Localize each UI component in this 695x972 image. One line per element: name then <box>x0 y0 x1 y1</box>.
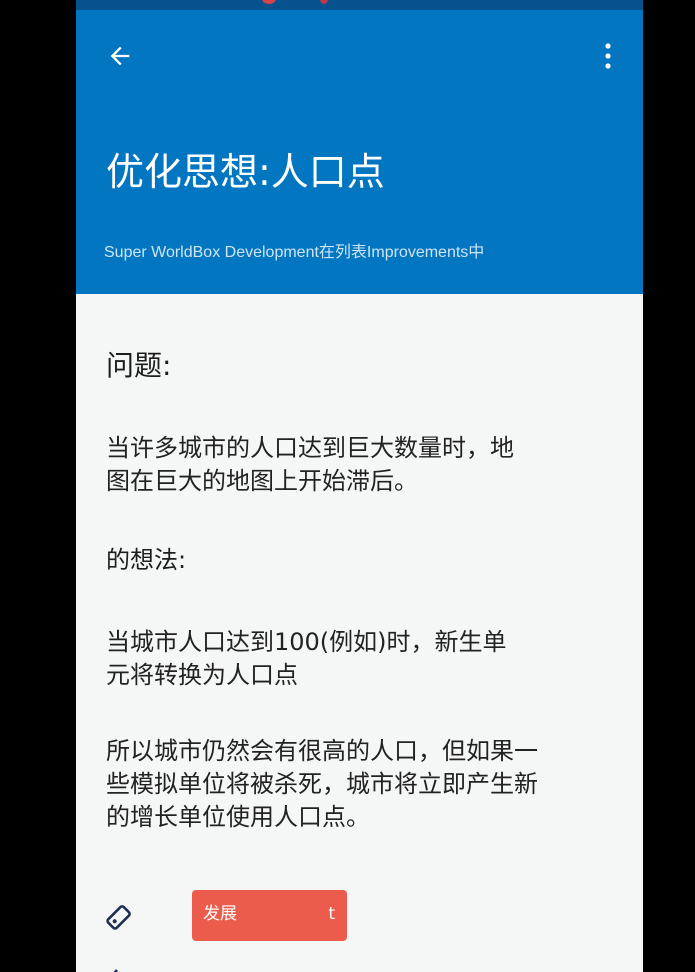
status-indicator-icon <box>262 0 276 4</box>
label-chip[interactable]: 发展 t <box>192 890 347 941</box>
page-title: 优化思想:人口点 <box>106 150 385 194</box>
more-vertical-icon <box>605 43 611 69</box>
idea-text-line: 当城市人口达到100(例如)时，新生单 <box>106 628 507 656</box>
problem-text-line: 图在巨大的地图上开始滞后。 <box>106 467 418 495</box>
result-text-line: 所以城市仍然会有很高的人口，但如果一 <box>106 737 538 765</box>
list-location-subtitle: Super WorldBox Development在列表Improvement… <box>104 244 485 261</box>
idea-text-line: 元将转换为人口点 <box>106 661 298 689</box>
labels-row: 发展 t <box>104 890 624 942</box>
back-button[interactable] <box>98 34 142 78</box>
result-text-line: 些模拟单位将被杀死，城市将立即产生新 <box>106 770 538 798</box>
label-chip-suffix: t <box>328 904 335 924</box>
status-bar <box>76 0 643 10</box>
card-description: 问题: 当许多城市的人口达到巨大数量时，地 图在巨大的地图上开始滞后。 的想法:… <box>106 340 616 834</box>
idea-heading: 的想法: <box>106 546 187 574</box>
screen: 优化思想:人口点 Super WorldBox Development在列表Im… <box>76 0 643 972</box>
problem-text-line: 当许多城市的人口达到巨大数量时，地 <box>106 434 514 462</box>
attachment-icon <box>113 969 118 972</box>
arrow-left-icon <box>110 46 130 66</box>
status-indicator-icon <box>320 0 328 4</box>
more-options-button[interactable] <box>588 34 628 78</box>
app-bar: 优化思想:人口点 Super WorldBox Development在列表Im… <box>76 10 643 294</box>
label-chip-text: 发展 <box>203 904 237 924</box>
problem-heading: 问题: <box>106 349 172 382</box>
next-row-icon-partial <box>106 962 136 972</box>
result-text-line: 的增长单位使用人口点。 <box>106 803 370 831</box>
tag-icon <box>106 905 131 930</box>
